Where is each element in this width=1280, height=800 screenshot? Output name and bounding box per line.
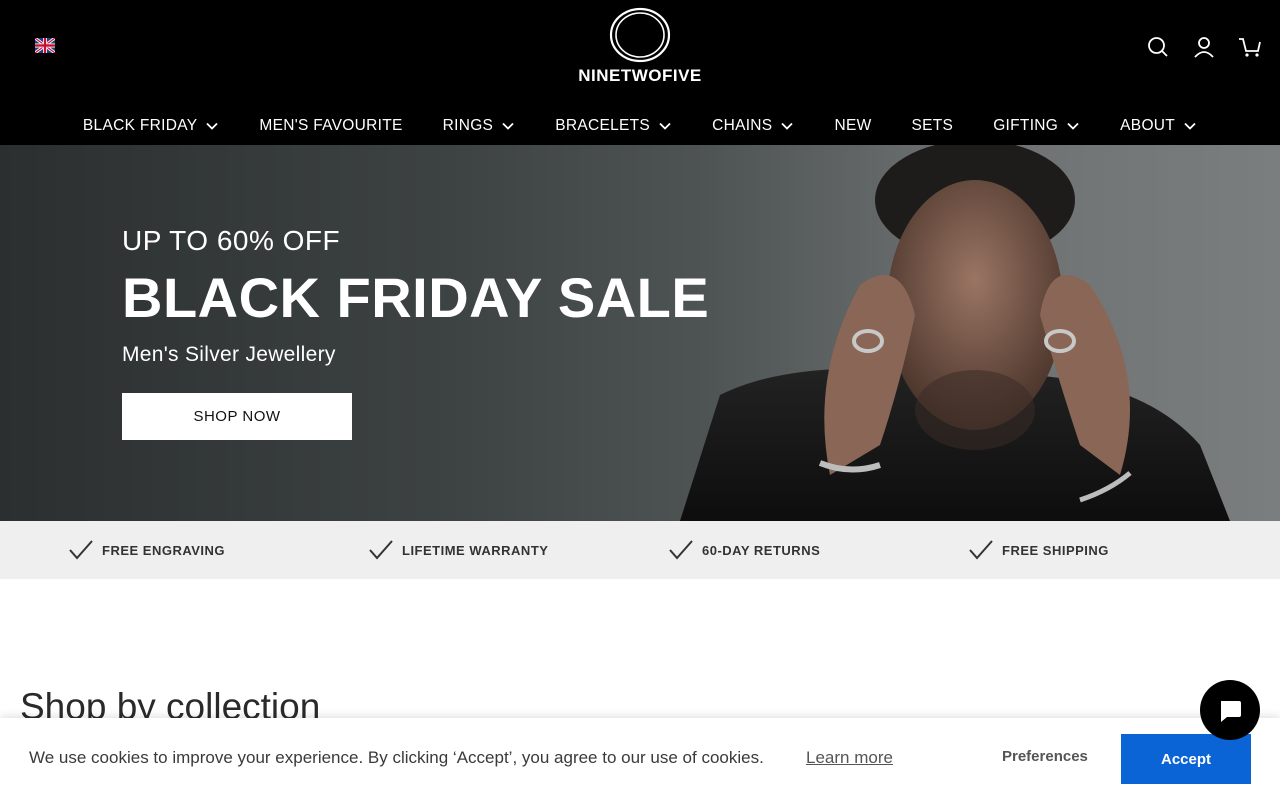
usp-label: LIFETIME WARRANTY [402,542,549,558]
nav-item-label: GIFTING [993,117,1059,134]
chevron-down-icon [502,122,514,130]
nav-item-label: NEW [834,117,872,134]
nav-item-label: RINGS [442,117,494,134]
chevron-down-icon [1184,122,1196,130]
logo-rings-icon [609,7,671,63]
usp-label: FREE ENGRAVING [102,542,226,558]
chat-bubble-icon [1221,701,1241,722]
uk-flag-icon[interactable] [35,38,55,53]
chat-button[interactable] [1200,680,1260,740]
nav-item-label: SETS [911,117,954,134]
nav-item-rings[interactable]: RINGS [443,112,516,140]
usp-label: FREE SHIPPING [1002,542,1109,558]
hero-tagline: Men's Silver Jewellery [122,343,336,366]
nav-item-new[interactable]: NEW [834,112,871,140]
usp-item-free-engraving: FREE ENGRAVING [68,521,225,579]
nav-item-label: MEN'S FAVOURITE [259,117,403,134]
hero-model-image [680,145,1230,521]
nav-item-label: ABOUT [1120,117,1176,134]
nav-item-label: CHAINS [712,117,773,134]
header-actions [1146,34,1262,60]
check-icon [669,540,693,560]
check-icon [69,540,93,560]
chevron-down-icon [206,122,218,130]
usp-bar: FREE ENGRAVING LIFETIME WARRANTY 60-DAY … [0,521,1280,579]
nav-item-label: BLACK FRIDAY [82,117,198,134]
account-icon[interactable] [1192,35,1216,59]
usp-label: 60-DAY RETURNS [702,542,821,558]
usp-item-lifetime-warranty: LIFETIME WARRANTY [368,521,548,579]
brand-logo[interactable]: NINETWOFIVE [560,6,720,88]
usp-item-60-day-returns: 60-DAY RETURNS [668,521,820,579]
learn-more-link[interactable]: Learn more [806,748,893,768]
nav-item-bracelets[interactable]: BRACELETS [555,112,672,140]
cart-icon[interactable] [1238,35,1262,59]
hero-subtitle: UP TO 60% OFF [122,225,341,256]
chevron-down-icon [659,122,671,130]
main-navigation: BLACK FRIDAY MEN'S FAVOURITE RINGS BRACELET… [0,112,1280,140]
search-icon[interactable] [1146,35,1170,59]
nav-item-about[interactable]: ABOUT [1120,112,1197,140]
site-header: NINETWOFIVE BLACK FRIDAY MEN'S FAVOURITE R… [0,0,1280,145]
hero-title: BLACK FRIDAY SALE [122,266,710,329]
nav-item-black-friday[interactable]: BLACK FRIDAY [83,112,219,140]
nav-item-chains[interactable]: CHAINS [712,112,794,140]
cookie-banner: We use cookies to improve your experienc… [0,718,1280,800]
accept-cookies-button[interactable]: Accept [1121,734,1251,784]
shop-now-button[interactable]: SHOP NOW [122,393,352,440]
nav-item-sets[interactable]: SETS [912,112,954,140]
cookie-message: We use cookies to improve your experienc… [29,748,764,767]
check-icon [369,540,393,560]
nav-item-gifting[interactable]: GIFTING [993,112,1080,140]
logo-text: NINETWOFIVE [578,66,702,85]
check-icon [969,540,993,560]
chevron-down-icon [781,122,794,130]
nav-item-men-s-favourite[interactable]: MEN'S FAVOURITE [259,112,402,140]
chevron-down-icon [1067,122,1079,130]
hero-banner: UP TO 60% OFF BLACK FRIDAY SALE Men's Si… [0,145,1280,521]
preferences-button[interactable]: Preferences [1002,748,1088,765]
nav-item-label: BRACELETS [555,117,651,134]
usp-item-free-shipping: FREE SHIPPING [968,521,1109,579]
